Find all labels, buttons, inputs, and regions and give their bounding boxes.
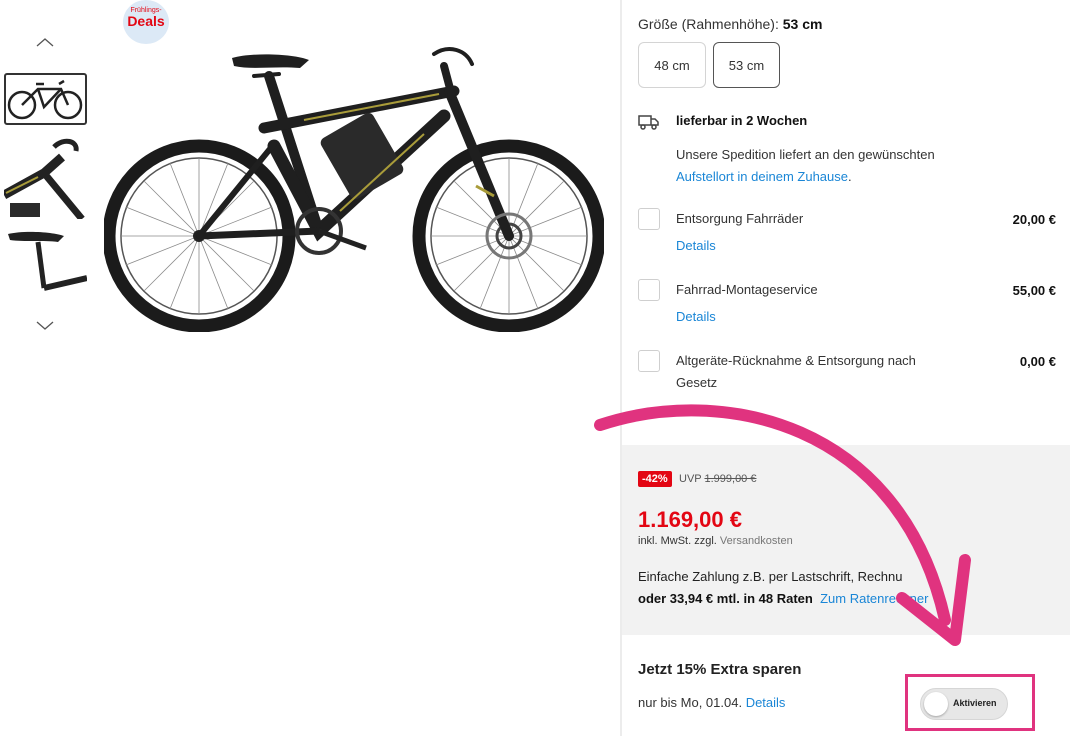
gallery-up-chevron-icon[interactable]	[33, 34, 57, 50]
discount-badge: -42%	[638, 471, 672, 487]
installment-info: oder 33,94 € mtl. in 48 Raten Zum Ratenr…	[638, 591, 929, 606]
service-label-assembly: Fahrrad-Montageservice	[676, 282, 818, 297]
thumbnail-handlebar[interactable]	[4, 133, 87, 219]
toggle-knob	[924, 692, 948, 716]
promo-details-link[interactable]: Details	[746, 695, 786, 710]
price-box: -42% UVP 1.999,00 € 1.169,00 € inkl. MwS…	[622, 445, 1070, 635]
service-details-link-assembly[interactable]: Details	[676, 309, 716, 324]
thumbnail-full-bike[interactable]	[4, 73, 87, 125]
promo-deadline: nur bis Mo, 01.04. Details	[638, 695, 786, 710]
installment-calculator-link[interactable]: Zum Ratenrechner	[820, 591, 928, 606]
size-option-48[interactable]: 48 cm	[638, 42, 706, 88]
size-selected-value: 53 cm	[782, 16, 823, 32]
delivery-location-link[interactable]: Aufstellort in deinem Zuhause	[676, 169, 848, 184]
service-label-old-device-return: Altgeräte-Rücknahme & Entsorgung nach Ge…	[676, 353, 916, 390]
delivery-status: lieferbar in 2 Wochen	[676, 113, 808, 128]
delivery-description: Unsere Spedition liefert an den gewünsch…	[676, 147, 935, 184]
size-label: Größe (Rahmenhöhe): 53 cm	[638, 16, 823, 32]
promo-title: Jetzt 15% Extra sparen	[638, 661, 802, 678]
toggle-label: Aktivieren	[953, 698, 997, 708]
product-image-ebike[interactable]	[102, 36, 606, 333]
size-option-53[interactable]: 53 cm	[713, 42, 780, 88]
service-label-bike-disposal: Entsorgung Fahrräder	[676, 211, 804, 226]
service-price-assembly: 55,00 €	[1012, 283, 1056, 298]
service-price-old-device-return: 0,00 €	[1019, 354, 1056, 369]
truck-icon	[638, 115, 659, 130]
gallery-down-chevron-icon[interactable]	[33, 318, 57, 334]
payment-info: Einfache Zahlung z.B. per Lastschrift, R…	[638, 569, 903, 584]
current-price: 1.169,00 €	[638, 507, 742, 532]
service-checkbox-bike-disposal[interactable]	[638, 208, 660, 230]
service-details-link-bike-disposal[interactable]: Details	[676, 238, 716, 253]
promo-activate-toggle[interactable]: Aktivieren	[920, 688, 1008, 720]
badge-title: Deals	[127, 13, 165, 29]
shipping-costs-link[interactable]: Versandkosten	[720, 535, 793, 547]
service-checkbox-old-device-return[interactable]	[638, 350, 660, 372]
service-price-bike-disposal: 20,00 €	[1012, 212, 1056, 227]
uvp-price: UVP 1.999,00 €	[679, 473, 757, 485]
thumbnail-saddle[interactable]	[4, 228, 87, 294]
tax-info: inkl. MwSt. zzgl. Versandkosten	[638, 535, 793, 547]
service-checkbox-assembly[interactable]	[638, 279, 660, 301]
